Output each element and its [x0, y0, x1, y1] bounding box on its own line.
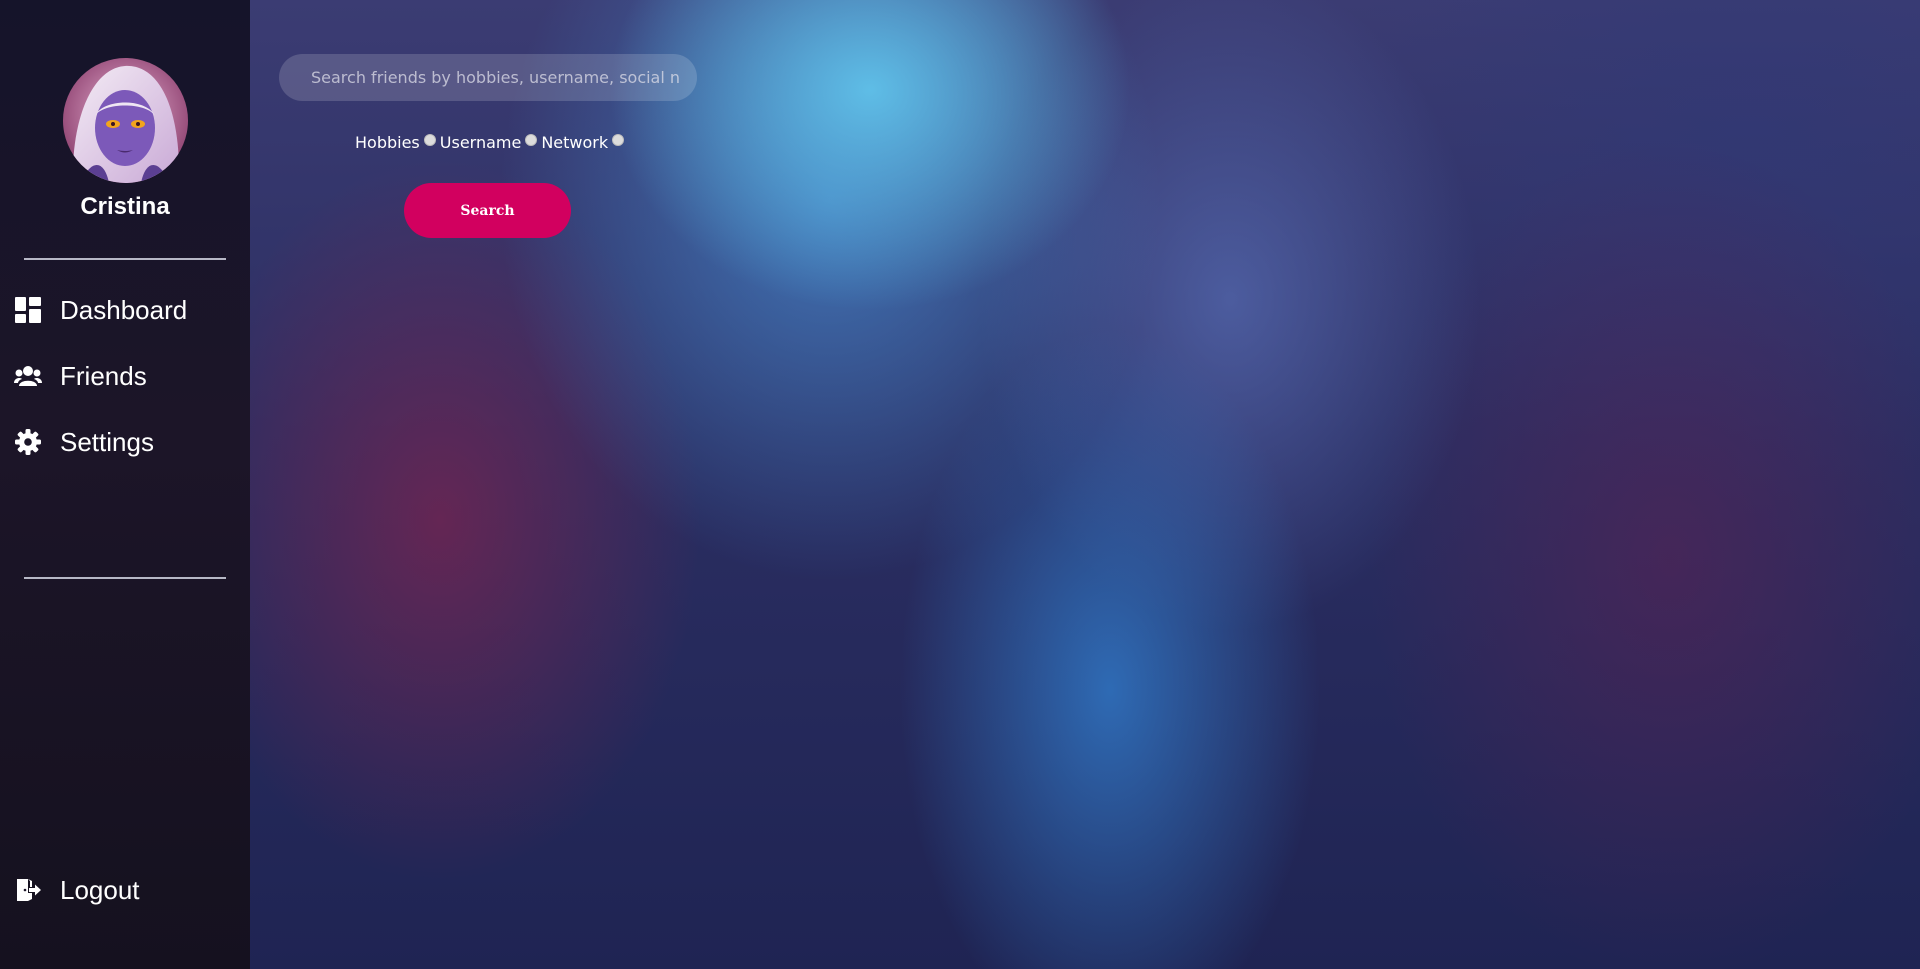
sidebar-divider [24, 258, 226, 260]
filter-network-radio[interactable] [612, 134, 625, 146]
filter-hobbies[interactable]: Hobbies [355, 133, 438, 152]
main-content: Hobbies Username Network Search [250, 0, 1920, 969]
filter-network[interactable]: Network [541, 133, 626, 152]
sidebar-divider [24, 577, 226, 579]
search-input[interactable] [279, 54, 697, 101]
filter-username[interactable]: Username [440, 133, 540, 152]
profile-name: Cristina [80, 193, 170, 220]
filter-hobbies-radio[interactable] [423, 134, 436, 146]
logout-label: Logout [60, 874, 140, 905]
filter-label: Network [541, 132, 609, 152]
logout-button[interactable]: Logout [14, 870, 140, 910]
sidebar-item-dashboard[interactable]: Dashboard [14, 290, 187, 330]
search-filter-group: Hobbies Username Network [355, 131, 626, 153]
sidebar-item-label: Dashboard [60, 294, 188, 325]
avatar [63, 58, 188, 183]
filter-label: Username [439, 132, 522, 152]
sidebar: Cristina Dashboard Friends Settings Logo… [0, 0, 250, 969]
sidebar-item-friends[interactable]: Friends [14, 356, 147, 396]
filter-username-radio[interactable] [525, 134, 538, 146]
filter-label: Hobbies [355, 132, 420, 152]
search-button[interactable]: Search [404, 183, 571, 238]
sidebar-item-label: Settings [60, 426, 154, 457]
sidebar-item-settings[interactable]: Settings [14, 422, 154, 462]
users-icon [14, 362, 42, 390]
sidebar-item-label: Friends [60, 360, 147, 391]
logout-icon [14, 876, 42, 904]
gear-icon [14, 428, 42, 456]
dashboard-icon [14, 296, 42, 324]
